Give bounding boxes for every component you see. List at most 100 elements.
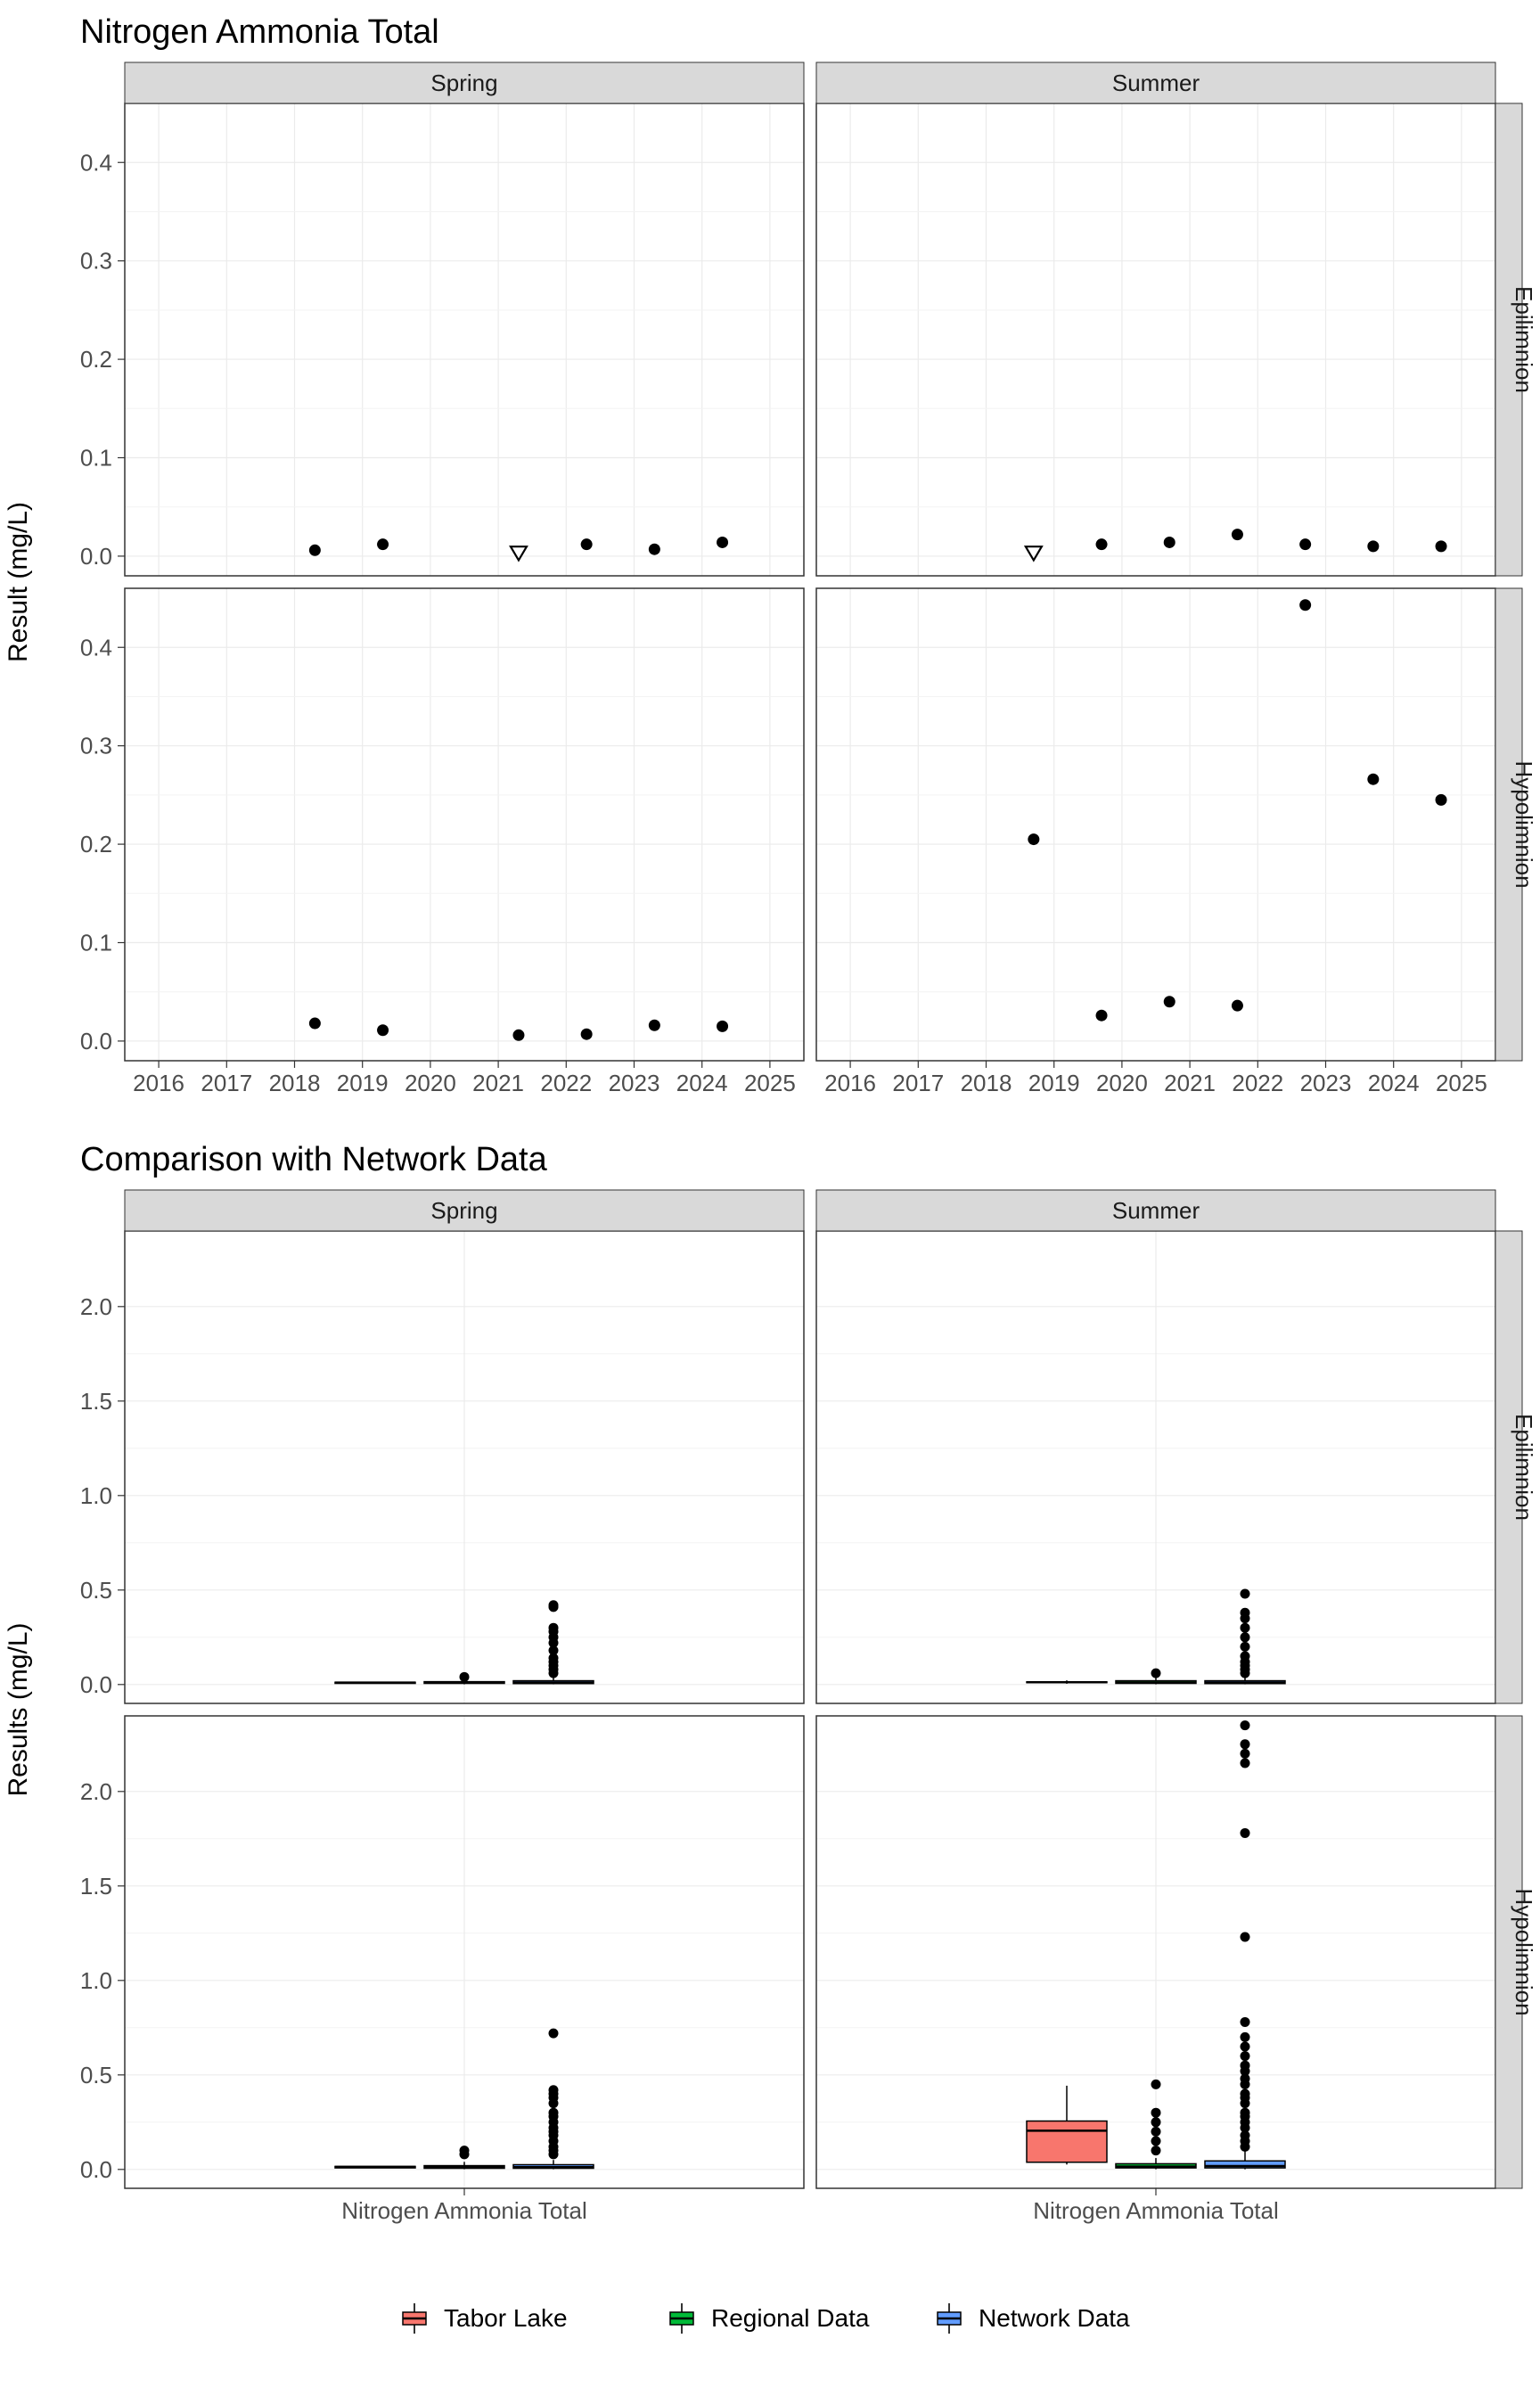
scatter-point	[717, 537, 728, 548]
scatter-point	[1232, 1000, 1243, 1012]
boxplot-outlier	[1241, 1739, 1250, 1749]
boxplot-outlier	[1241, 1652, 1250, 1662]
scatter-point	[649, 1020, 660, 1031]
chart1-xtick: 2018	[269, 1070, 321, 1096]
scatter-point	[1299, 538, 1311, 550]
chart1-xtick: 2022	[1232, 1070, 1283, 1096]
chart1-colstrip-0: Spring	[430, 70, 497, 96]
scatter-point	[1436, 794, 1447, 806]
scatter-point	[581, 1029, 593, 1040]
chart1-xtick: 2022	[540, 1070, 592, 1096]
chart1-ytick: 0.0	[80, 543, 112, 570]
chart2-ytick: 1.5	[80, 1388, 112, 1415]
chart1-ytick: 0.2	[80, 831, 112, 857]
boxplot-outlier	[1241, 2061, 1250, 2071]
chart2-xtick: Nitrogen Ammonia Total	[1033, 2197, 1279, 2224]
boxplot-box	[1027, 2121, 1107, 2162]
boxplot-outlier	[1241, 1932, 1250, 1942]
chart1-ytick: 0.0	[80, 1028, 112, 1054]
scatter-point	[1096, 538, 1108, 550]
chart1-panel-Spring-Hypolimnion	[125, 588, 804, 1061]
boxplot-outlier	[460, 2146, 470, 2155]
chart2-rowstrip-1: Hypolimnion	[1511, 1888, 1537, 2015]
scatter-point	[649, 544, 660, 555]
scatter-point	[1096, 1010, 1108, 1022]
chart1-ytick: 0.1	[80, 445, 112, 472]
boxplot-outlier	[1151, 2108, 1161, 2118]
legend-label: Tabor Lake	[444, 2304, 568, 2332]
chart1-ytick: 0.1	[80, 930, 112, 956]
legend-label: Network Data	[979, 2304, 1130, 2332]
boxplot-outlier	[1241, 1632, 1250, 1642]
scatter-point	[1299, 599, 1311, 611]
chart2-ytick: 0.0	[80, 1671, 112, 1698]
scatter-point	[1436, 540, 1447, 552]
boxplot-outlier	[1241, 2051, 1250, 2061]
chart1-rowstrip-1: Hypolimnion	[1511, 760, 1537, 888]
scatter-point	[309, 1018, 321, 1030]
scatter-point	[581, 538, 593, 550]
chart2-ytick: 0.5	[80, 2062, 112, 2088]
chart1-xtick: 2025	[744, 1070, 796, 1096]
chart1-ytick: 0.3	[80, 733, 112, 759]
chart1-xtick: 2021	[1164, 1070, 1216, 1096]
boxplot-outlier	[1151, 2146, 1161, 2155]
chart2-ytick: 2.0	[80, 1778, 112, 1805]
boxplot-outlier	[1241, 1608, 1250, 1618]
legend-key-regional-data: Regional Data	[663, 2300, 870, 2337]
chart2-ylabel: Results (mg/L)	[4, 1622, 33, 1796]
chart2-ytick: 1.0	[80, 1967, 112, 1994]
boxplot-outlier	[1241, 1720, 1250, 1730]
chart1-xtick: 2016	[824, 1070, 876, 1096]
chart1-xtick: 2017	[892, 1070, 944, 1096]
boxplot-outlier	[1241, 2032, 1250, 2042]
boxplot-outlier	[1241, 2108, 1250, 2118]
chart2-colstrip-0: Spring	[430, 1197, 497, 1224]
chart2-ytick: 0.5	[80, 1577, 112, 1604]
legend-key-network-data: Network Data	[930, 2300, 1130, 2337]
chart1-xtick: 2023	[609, 1070, 660, 1096]
chart1-panel-Summer-Hypolimnion	[816, 588, 1495, 1061]
chart1-ylabel: Result (mg/L)	[4, 502, 33, 662]
legend-label: Regional Data	[711, 2304, 870, 2332]
scatter-point	[1367, 540, 1379, 552]
boxplot-outlier	[1151, 2080, 1161, 2089]
chart2-ytick: 0.0	[80, 2156, 112, 2183]
boxplot-outlier	[549, 2029, 559, 2039]
scatter-point	[1232, 529, 1243, 540]
chart1-xtick: 2018	[961, 1070, 1012, 1096]
chart1-panel-Spring-Epilimnion	[125, 103, 804, 576]
chart2-panel-Spring-Epilimnion	[125, 1231, 804, 1703]
chart1-xtick: 2025	[1436, 1070, 1487, 1096]
scatter-point	[377, 1024, 389, 1036]
chart1-ytick: 0.4	[80, 634, 112, 661]
legend: Tabor Lake Regional Data Network Data	[396, 2300, 1130, 2337]
scatter-point	[1028, 833, 1039, 845]
boxplot-outlier	[1241, 2089, 1250, 2099]
chart1-xtick: 2023	[1300, 1070, 1352, 1096]
chart2-title: Comparison with Network Data	[80, 1141, 548, 1178]
scatter-point	[717, 1021, 728, 1032]
scatter-point	[1164, 537, 1175, 548]
boxplot-outlier	[1151, 1669, 1161, 1678]
chart1-xtick: 2016	[133, 1070, 184, 1096]
boxplot-outlier	[549, 2108, 559, 2118]
chart1-xtick: 2019	[1028, 1070, 1080, 1096]
chart2-ytick: 2.0	[80, 1293, 112, 1320]
boxplot-outlier	[1241, 2017, 1250, 2027]
boxplot-outlier	[549, 1623, 559, 1633]
scatter-point	[377, 538, 389, 550]
scatter-point	[309, 545, 321, 556]
chart2-colstrip-1: Summer	[1112, 1197, 1200, 1224]
chart1-xtick: 2019	[337, 1070, 389, 1096]
boxplot-outlier	[549, 1600, 559, 1610]
boxplot-outlier	[1151, 2127, 1161, 2137]
chart1-ytick: 0.3	[80, 248, 112, 275]
chart1-title: Nitrogen Ammonia Total	[80, 13, 439, 51]
chart1-rowstrip-0: Epilimnion	[1511, 286, 1537, 393]
scatter-point	[1367, 774, 1379, 785]
chart2-ytick: 1.5	[80, 1873, 112, 1900]
boxplot-outlier	[1241, 1589, 1250, 1599]
scatter-point	[1164, 996, 1175, 1007]
boxplot-outlier	[1151, 2137, 1161, 2146]
